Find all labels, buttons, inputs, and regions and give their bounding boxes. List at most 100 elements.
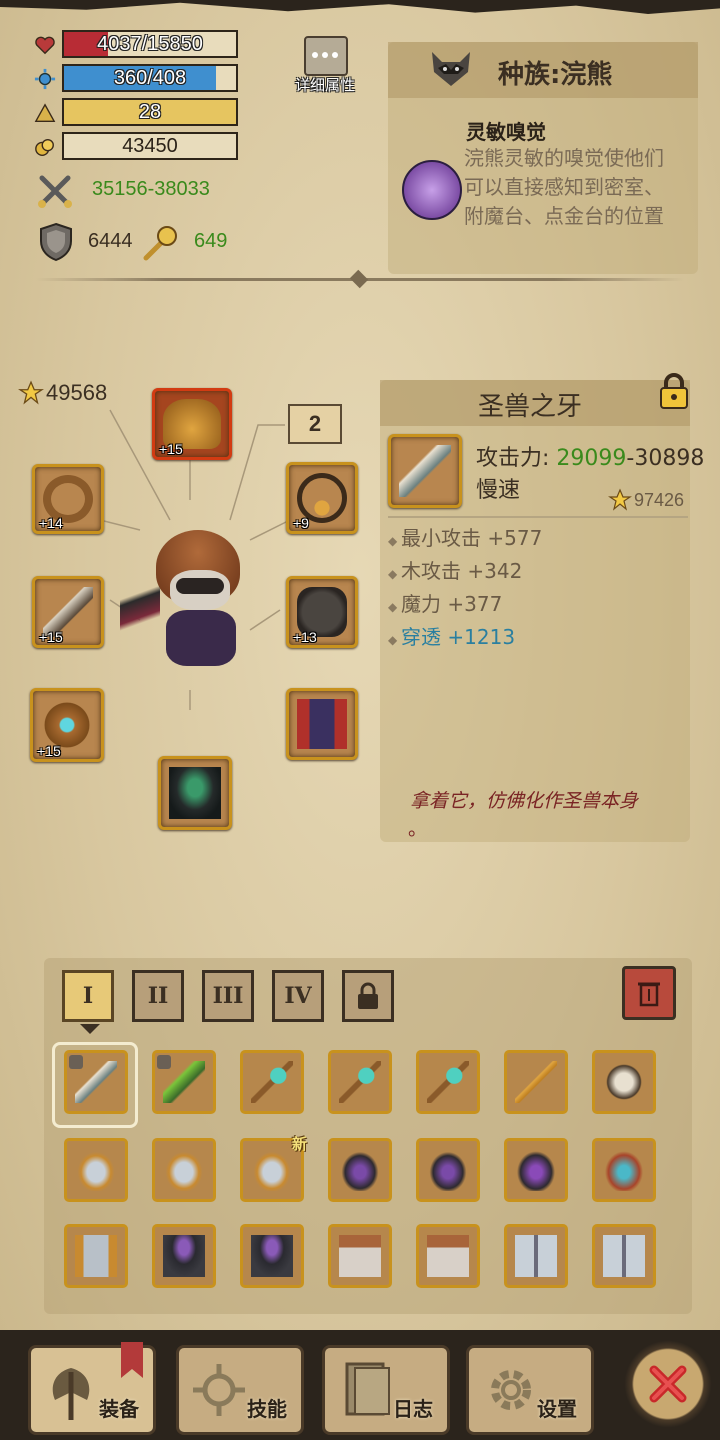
tab-page-1[interactable]: I (62, 970, 114, 1022)
close-button[interactable] (624, 1340, 712, 1428)
inventory-item[interactable] (328, 1050, 392, 1114)
armor-slot[interactable]: +13 (286, 576, 358, 648)
level-bar: 28 (62, 98, 238, 126)
item-speed: 慢速 (476, 478, 521, 503)
plate-legs-icon (75, 1235, 117, 1277)
item-attribute: ◆ 魔力 +377 (388, 588, 678, 621)
leather-legs-icon (339, 1235, 381, 1277)
inventory-item[interactable] (152, 1050, 216, 1114)
trash-icon (638, 982, 660, 1007)
lock-icon (69, 1055, 83, 1069)
active-tab-pointer (80, 1024, 100, 1034)
star-icon (608, 488, 632, 511)
item-attribute: ◆ 最小攻击 +577 (388, 522, 678, 555)
inventory-item[interactable] (64, 1138, 128, 1202)
character-portrait (110, 520, 260, 680)
steel-boots-icon (515, 1235, 557, 1277)
heart-icon (35, 36, 55, 55)
inventory-item[interactable] (64, 1050, 128, 1114)
inventory-item[interactable] (592, 1138, 656, 1202)
ring-level: +14 (39, 515, 63, 531)
tab-page-3[interactable]: III (202, 970, 254, 1022)
nav-settings-button[interactable]: 设置 (466, 1345, 594, 1435)
skill-description: 浣熊灵敏的嗅觉使他们可以直接感知到密室、附魔台、点金台的位置 (464, 146, 664, 228)
item-attribute: ◆ 穿透 +1213 (388, 621, 678, 654)
tab-page-4[interactable]: IV (272, 970, 324, 1022)
inventory-item[interactable] (416, 1138, 480, 1202)
inventory-item[interactable] (240, 1050, 304, 1114)
bookmark-ribbon (121, 1342, 143, 1378)
shield-icon (40, 222, 72, 262)
gold-coins-icon (35, 138, 54, 156)
item-attack: 攻击力: 29099-30898 (476, 440, 704, 472)
magic-staff-icon (143, 226, 177, 261)
offhand-slot[interactable]: +15 (30, 688, 104, 762)
gear-mana-icon (34, 68, 56, 90)
pants-slot[interactable] (286, 688, 358, 760)
hp-row: 4037/15850 (34, 30, 240, 60)
lock-icon[interactable] (656, 372, 692, 410)
inventory-item[interactable] (240, 1224, 304, 1288)
inventory-item[interactable] (504, 1050, 568, 1114)
attack-max: -30898 (626, 446, 705, 471)
horned-helmet-icon (603, 1061, 645, 1103)
inventory-item[interactable] (592, 1050, 656, 1114)
cloak-slot[interactable] (158, 756, 232, 830)
amulet-slot[interactable]: +9 (286, 462, 358, 534)
detail-attributes-button[interactable]: 详细属性 (288, 36, 362, 98)
winged-helmet-icon (163, 1149, 205, 1191)
item-name: 圣兽之牙 (477, 392, 582, 422)
trash-button[interactable] (622, 966, 676, 1020)
inventory-item[interactable] (504, 1138, 568, 1202)
inventory-item[interactable] (64, 1224, 128, 1288)
inventory-item[interactable] (504, 1224, 568, 1288)
diamond-bullet-icon: ◆ (388, 534, 402, 548)
skill-name: 灵敏嗅觉 (466, 120, 546, 144)
helmet-level: +15 (159, 441, 183, 457)
diamond-bullet-icon: ◆ (388, 600, 402, 614)
inventory-item[interactable] (152, 1138, 216, 1202)
close-icon (649, 1365, 687, 1403)
mace-icon (251, 1061, 293, 1103)
skill-burst-icon (193, 1364, 245, 1416)
ring-slot[interactable]: +14 (32, 464, 104, 534)
inventory-item[interactable]: 新 (240, 1135, 307, 1202)
winged-helmet-icon (75, 1149, 117, 1191)
lock-icon (358, 982, 378, 1009)
weapon-slot[interactable]: +15 (32, 576, 104, 648)
leather-legs-icon (427, 1235, 469, 1277)
inventory-item[interactable] (328, 1224, 392, 1288)
tab-page-2[interactable]: II (132, 970, 184, 1022)
lock-icon (157, 1055, 171, 1069)
pants-icon (297, 699, 347, 749)
race-title: 种族:浣熊 (498, 60, 613, 90)
nav-skills-button[interactable]: 技能 (176, 1345, 304, 1435)
armor-level: +13 (293, 629, 317, 645)
sniff-skill-icon (402, 160, 462, 220)
inventory-item[interactable] (416, 1224, 480, 1288)
mace-icon (427, 1061, 469, 1103)
inventory-item[interactable] (152, 1224, 216, 1288)
nav-equip-label: 装备 (99, 1397, 139, 1421)
nav-equip-button[interactable]: 装备 (28, 1342, 156, 1435)
crossed-swords-icon (38, 175, 72, 208)
winged-helmet-icon (251, 1149, 293, 1191)
nav-skills-label: 技能 (247, 1397, 287, 1421)
weapon-level: +15 (39, 629, 63, 645)
inventory-item[interactable] (592, 1224, 656, 1288)
triangle-level-icon (34, 103, 56, 122)
raccoon-icon (432, 52, 470, 86)
dark-legs-icon (163, 1235, 205, 1277)
item-power: 97426 (634, 490, 685, 510)
gold-row: 43450 (34, 132, 240, 162)
inventory-item[interactable] (416, 1050, 480, 1114)
steel-boots-icon (603, 1235, 645, 1277)
beast-fang-blade-icon (399, 445, 451, 497)
nav-log-button[interactable]: 日志 (322, 1345, 450, 1435)
tab-locked[interactable] (342, 970, 394, 1022)
crystal-armor-icon (603, 1149, 645, 1191)
helmet-slot[interactable]: +15 (152, 388, 232, 460)
inventory-item[interactable] (328, 1138, 392, 1202)
item-attribute: ◆ 木攻击 +342 (388, 555, 678, 588)
attribute-text: 最小攻击 +577 (401, 526, 543, 550)
